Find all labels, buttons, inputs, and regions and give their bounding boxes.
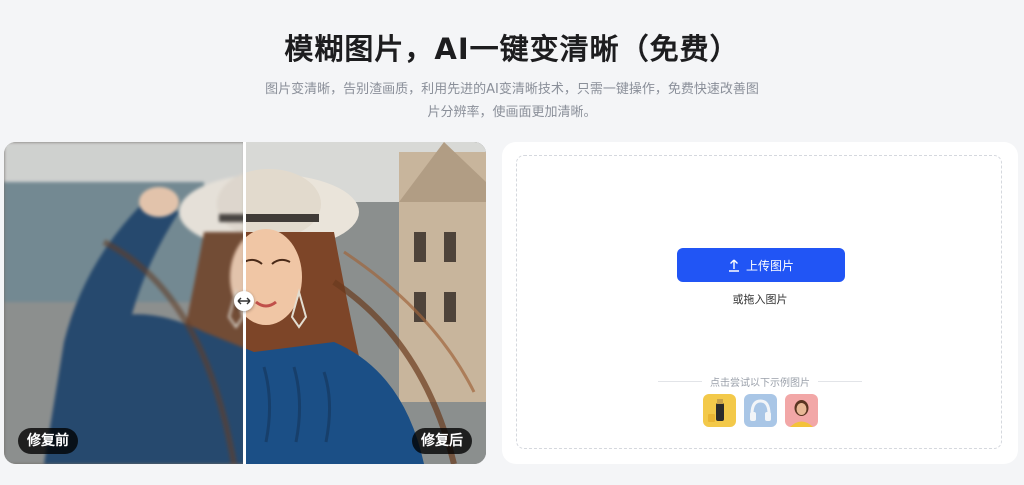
page-title: 模糊图片，AI一键变清晰（免费） — [284, 32, 740, 66]
upload-card: 上传图片 或拖入图片 点击尝试以下示例图片 — [502, 142, 1018, 464]
upload-button-label: 上传图片 — [745, 258, 794, 273]
left-right-arrow-icon[interactable] — [234, 291, 254, 311]
divider-line — [818, 380, 862, 382]
sample-thumb-headphones[interactable] — [744, 394, 777, 427]
sample-thumb-portrait[interactable] — [785, 394, 818, 427]
after-label: 修复后 — [412, 428, 472, 454]
before-label: 修复前 — [18, 428, 78, 454]
upload-dropzone[interactable]: 上传图片 或拖入图片 点击尝试以下示例图片 — [516, 155, 1002, 449]
before-after-compare[interactable]: 修复前 修复后 — [4, 142, 486, 464]
samples-caption: 点击尝试以下示例图片 — [710, 377, 810, 389]
before-image — [4, 142, 245, 464]
drag-hint: 或拖入图片 — [732, 293, 788, 306]
samples-caption-row: 点击尝试以下示例图片 — [658, 374, 862, 389]
divider-line — [658, 380, 702, 382]
sample-images — [703, 394, 818, 427]
sample-thumb-product[interactable] — [703, 394, 736, 427]
upload-arrow-icon — [728, 259, 739, 272]
after-image — [245, 142, 486, 464]
page-subtitle: 图片变清晰，告别渣画质，利用先进的AI变清晰技术，只需一键操作，免费快速改善图片… — [265, 82, 759, 120]
upload-image-button[interactable]: 上传图片 — [677, 248, 845, 282]
